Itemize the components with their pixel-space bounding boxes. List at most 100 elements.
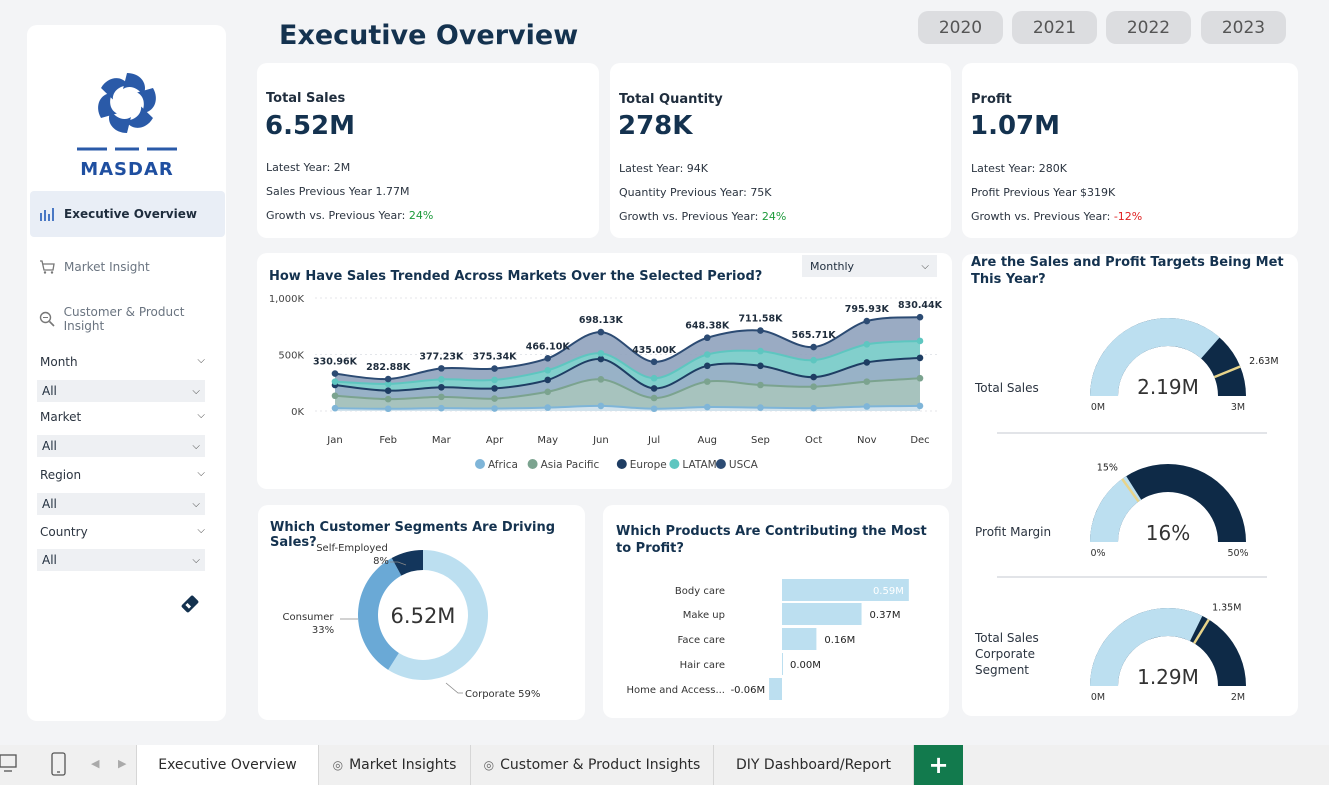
data-point bbox=[438, 376, 445, 383]
data-label: 698.13K bbox=[579, 315, 624, 326]
bar bbox=[782, 628, 817, 650]
filter-market-select[interactable]: All ⌵ bbox=[37, 435, 205, 457]
year-2021-button[interactable]: 2021 bbox=[1012, 11, 1097, 44]
kpi-latest: Latest Year: 2M bbox=[266, 161, 351, 174]
data-label: 795.93K bbox=[845, 304, 890, 315]
page-title: Executive Overview bbox=[279, 20, 579, 51]
bar-category-label: Home and Access... bbox=[627, 685, 725, 696]
year-2023-button[interactable]: 2023 bbox=[1201, 11, 1286, 44]
data-label: 648.38K bbox=[685, 321, 730, 332]
legend-marker bbox=[669, 459, 680, 469]
logo-swirl-icon bbox=[77, 73, 177, 151]
gauge-value-label: 16% bbox=[1146, 521, 1190, 545]
x-tick-label: Oct bbox=[805, 435, 822, 446]
y-tick-label: 500K bbox=[278, 351, 304, 362]
kpi-label: Total Quantity bbox=[619, 92, 723, 107]
data-label: 830.44K bbox=[898, 300, 943, 311]
eraser-icon[interactable] bbox=[179, 593, 201, 619]
chevron-down-icon[interactable]: ⌵ bbox=[197, 525, 205, 539]
data-point bbox=[384, 405, 392, 413]
data-point bbox=[757, 362, 764, 370]
nav-market-insight[interactable]: Market Insight bbox=[30, 244, 225, 290]
kpi-growth: Growth vs. Previous Year: 24% bbox=[619, 210, 787, 223]
bar-category-label: Make up bbox=[683, 610, 725, 621]
legend-label: Asia Pacific bbox=[541, 459, 600, 471]
bar-category-label: Hair care bbox=[680, 660, 725, 671]
bar-value-label: 0.59M bbox=[873, 586, 904, 597]
tab-diy-dashboard[interactable]: DIY Dashboard/Report bbox=[714, 745, 914, 785]
scroll-left-icon[interactable]: ◀ bbox=[91, 757, 99, 770]
gauge-max-label: 50% bbox=[1227, 548, 1248, 559]
nav-customer-product-insight[interactable]: Customer & Product Insight bbox=[30, 296, 225, 342]
bar-value-label: 0.37M bbox=[870, 610, 901, 621]
cart-icon bbox=[38, 258, 56, 276]
x-tick-label: Sep bbox=[751, 435, 770, 446]
bar-category-label: Body care bbox=[675, 586, 725, 597]
x-tick-label: May bbox=[537, 435, 558, 446]
filter-country-select[interactable]: All ⌵ bbox=[37, 549, 205, 571]
chevron-down-icon[interactable]: ⌵ bbox=[197, 355, 205, 369]
data-point bbox=[916, 402, 924, 410]
data-point bbox=[597, 350, 605, 357]
x-tick-label: Jun bbox=[592, 435, 609, 446]
gauge-max-label: 2M bbox=[1231, 692, 1245, 703]
kpi-growth: Growth vs. Previous Year: 24% bbox=[266, 209, 434, 222]
growth-value: 24% bbox=[761, 210, 787, 223]
nav-executive-overview[interactable]: Executive Overview bbox=[30, 191, 225, 237]
chevron-down-icon: ⌵ bbox=[192, 554, 200, 566]
data-point bbox=[810, 373, 817, 381]
x-tick-label: Aug bbox=[698, 435, 718, 446]
slice-label: Corporate 59% bbox=[465, 689, 540, 700]
sales-trend-chart: 0K 500K 1,000K Jan Feb Mar Apr May Jun Jul Aug Sep O… bbox=[269, 294, 943, 471]
data-point bbox=[863, 341, 871, 348]
tab-market-insights[interactable]: ◎ Market Insights bbox=[319, 745, 471, 785]
data-point bbox=[331, 370, 339, 377]
x-tick-label: Dec bbox=[910, 435, 929, 446]
data-point bbox=[331, 392, 339, 400]
data-point bbox=[438, 393, 445, 401]
bar-chart-icon bbox=[38, 205, 56, 223]
year-2022-button[interactable]: 2022 bbox=[1106, 11, 1191, 44]
year-2020-button[interactable]: 2020 bbox=[918, 11, 1003, 44]
kpi-label: Profit bbox=[971, 92, 1012, 107]
data-label: 375.34K bbox=[473, 352, 518, 363]
filter-region-select[interactable]: All ⌵ bbox=[37, 493, 205, 515]
data-point bbox=[650, 394, 658, 402]
tab-executive-overview[interactable]: Executive Overview bbox=[136, 745, 319, 785]
gauge-min-label: 0% bbox=[1090, 548, 1105, 559]
desktop-view-icon[interactable] bbox=[0, 753, 18, 779]
data-point bbox=[703, 403, 711, 411]
sales-trend-card: How Have Sales Trended Across Markets Ov… bbox=[257, 253, 952, 489]
data-label: 377.23K bbox=[419, 351, 464, 362]
legend-label: Africa bbox=[488, 459, 518, 471]
add-page-button[interactable]: + bbox=[914, 745, 963, 785]
gauge-min-label: 0M bbox=[1091, 692, 1105, 703]
data-point bbox=[438, 383, 445, 391]
filter-month-select[interactable]: All ⌵ bbox=[37, 380, 205, 402]
data-label: 711.58K bbox=[738, 314, 783, 325]
filter-region-label: Region ⌵ bbox=[40, 468, 205, 482]
chevron-down-icon: ⌵ bbox=[192, 440, 200, 452]
data-label: 330.96K bbox=[313, 357, 358, 368]
x-tick-label: Jan bbox=[326, 435, 342, 446]
gauge-target-label: 2.63M bbox=[1249, 356, 1278, 367]
targets-card: Are the Sales and Profit Targets Being M… bbox=[962, 254, 1298, 716]
growth-value: -12% bbox=[1113, 210, 1143, 223]
legend-label: Europe bbox=[630, 459, 667, 471]
filter-month-label: Month ⌵ bbox=[40, 355, 205, 369]
page-tab-bar: ◀ ▶ Executive Overview ◎ Market Insights … bbox=[0, 745, 1329, 785]
data-point bbox=[757, 347, 764, 355]
customer-segments-donut: 6.52M Corporate 59% Consumer 33% Self-Employ… bbox=[283, 543, 541, 700]
data-point bbox=[650, 405, 658, 413]
chevron-down-icon[interactable]: ⌵ bbox=[197, 468, 205, 482]
chevron-down-icon[interactable]: ⌵ bbox=[197, 410, 205, 424]
kpi-label: Total Sales bbox=[266, 91, 346, 106]
customer-segments-card: Which Customer Segments Are Driving Sale… bbox=[258, 505, 585, 720]
data-point bbox=[703, 378, 711, 385]
tab-customer-product-insights[interactable]: ◎ Customer & Product Insights bbox=[471, 745, 714, 785]
mobile-view-icon[interactable] bbox=[50, 752, 68, 782]
data-point bbox=[916, 354, 924, 362]
scroll-right-icon[interactable]: ▶ bbox=[118, 757, 126, 770]
data-point bbox=[916, 374, 924, 382]
chevron-down-icon: ⌵ bbox=[192, 385, 200, 397]
